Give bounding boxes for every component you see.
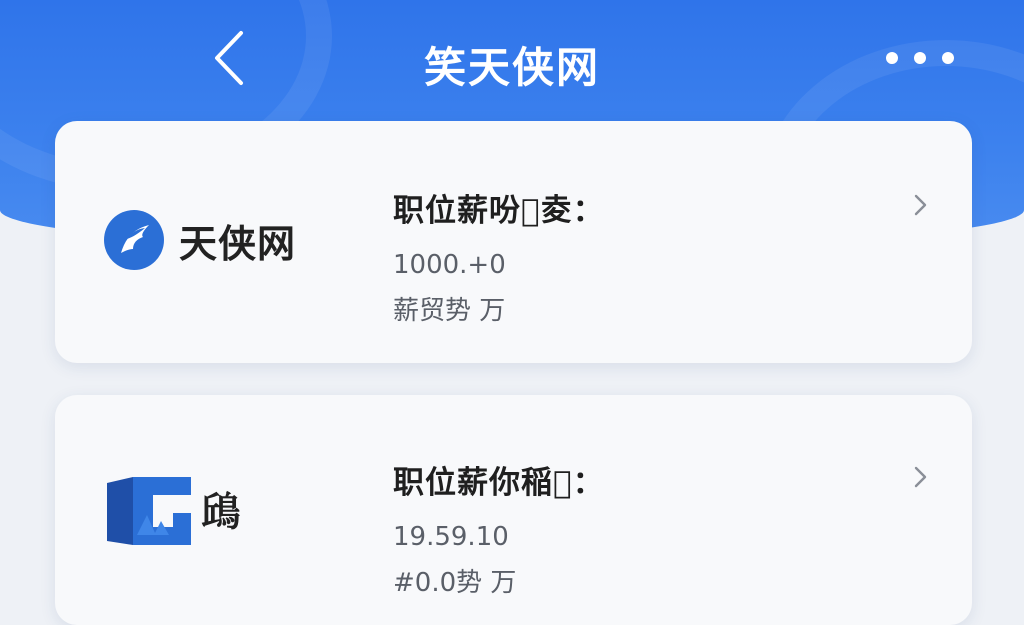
job-card[interactable]: 𩿨 职位薪你稲𫝋： 19.59.10 #0.0势 万 — [55, 395, 972, 625]
company-logo: 𩿨 — [103, 475, 242, 547]
company-name: 天侠网 — [179, 221, 297, 266]
company-logo: 天侠网 — [103, 209, 296, 271]
top-bar: 笑天侠网 — [0, 20, 1024, 100]
job-info: 职位薪你稲𫝋： 19.59.10 #0.0势 万 — [393, 457, 605, 599]
chevron-right-icon — [914, 194, 927, 216]
salary-value: 19.59.10 — [393, 522, 509, 552]
job-info: 职位薪吩𫄣夌： 1000.+0 薪贸势 万 — [393, 185, 605, 327]
salary-unit: #0.0势 万 — [393, 568, 517, 598]
salary-unit: 薪贸势 万 — [393, 296, 506, 326]
more-dots-icon — [886, 52, 898, 64]
page-title: 笑天侠网 — [423, 43, 600, 92]
chevron-right-icon — [914, 466, 927, 488]
more-dots-icon — [914, 52, 926, 64]
job-title: 职位薪吩𫄣夌： — [393, 193, 605, 229]
tianxia-logo-icon — [104, 210, 164, 270]
salary-value: 1000.+0 — [393, 250, 506, 280]
company-name: 𩿨 — [201, 489, 242, 536]
job-card[interactable]: 天侠网 职位薪吩𫄣夌： 1000.+0 薪贸势 万 — [55, 121, 972, 363]
job-title: 职位薪你稲𫝋： — [393, 465, 605, 501]
square-logo-icon — [107, 477, 191, 545]
more-dots-icon — [942, 52, 954, 64]
more-button[interactable] — [880, 38, 960, 78]
